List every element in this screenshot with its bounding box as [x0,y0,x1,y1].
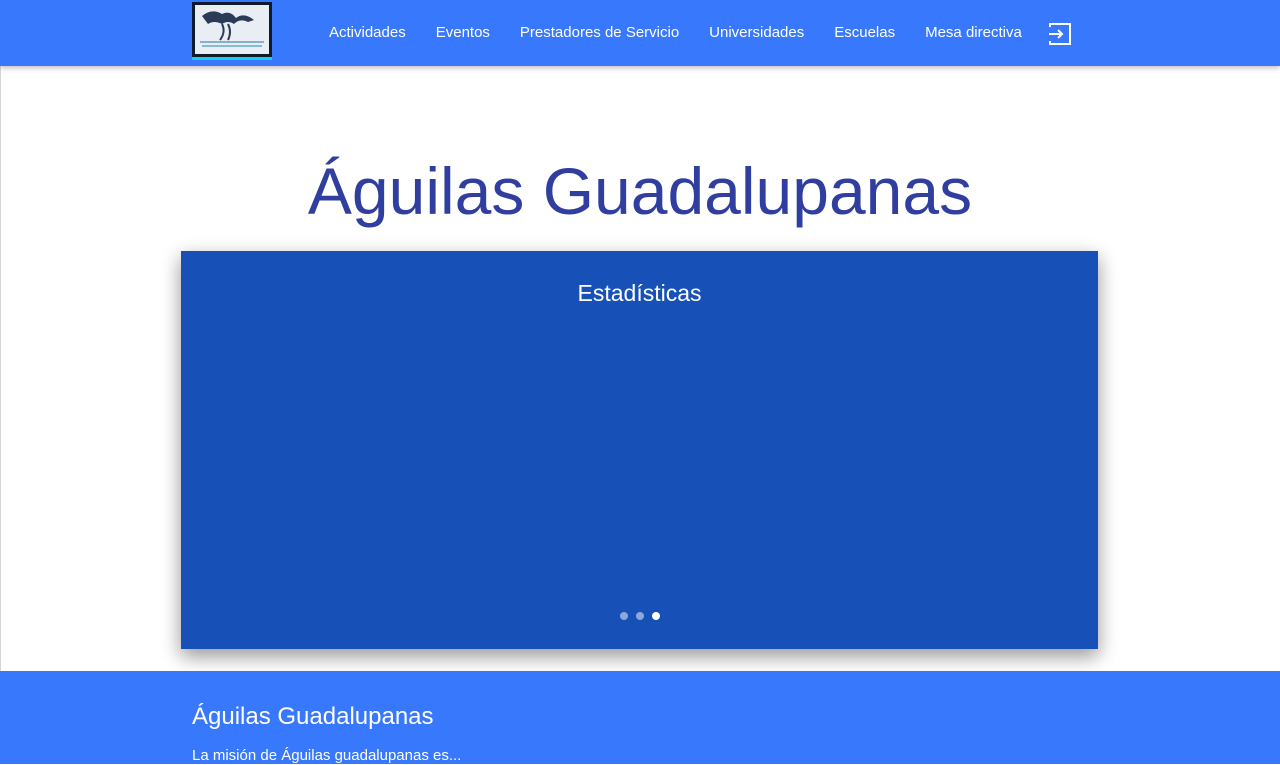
carousel-indicator-3[interactable] [651,612,660,620]
footer-title: Águilas Guadalupanas [192,703,434,730]
carousel-indicator-1[interactable] [619,612,628,620]
nav-link-mesa-directiva[interactable]: Mesa directiva [910,0,1037,66]
footer-mission-text: La misión de Águilas guadalupanas es... [192,747,462,764]
eagle-logo-icon [195,5,269,54]
stats-carousel[interactable]: Estadísticas [181,251,1098,649]
page-title: Águilas Guadalupanas [307,154,973,228]
nav-link-actividades[interactable]: Actividades [314,0,421,66]
carousel-title: Estadísticas [577,280,702,306]
brand-logo[interactable] [192,2,272,60]
footer: Águilas Guadalupanas La misión de Águila… [0,671,1280,764]
navbar: Actividades Eventos Prestadores de Servi… [0,0,1280,66]
nav-link-prestadores[interactable]: Prestadores de Servicio [505,0,694,66]
nav-link-escuelas[interactable]: Escuelas [819,0,910,66]
carousel-indicators [181,612,1098,620]
carousel-indicator-2[interactable] [635,612,644,620]
nav-link-eventos[interactable]: Eventos [421,0,505,66]
logout-icon[interactable] [1046,21,1074,47]
nav-menu: Actividades Eventos Prestadores de Servi… [314,0,1037,66]
nav-link-universidades[interactable]: Universidades [694,0,819,66]
